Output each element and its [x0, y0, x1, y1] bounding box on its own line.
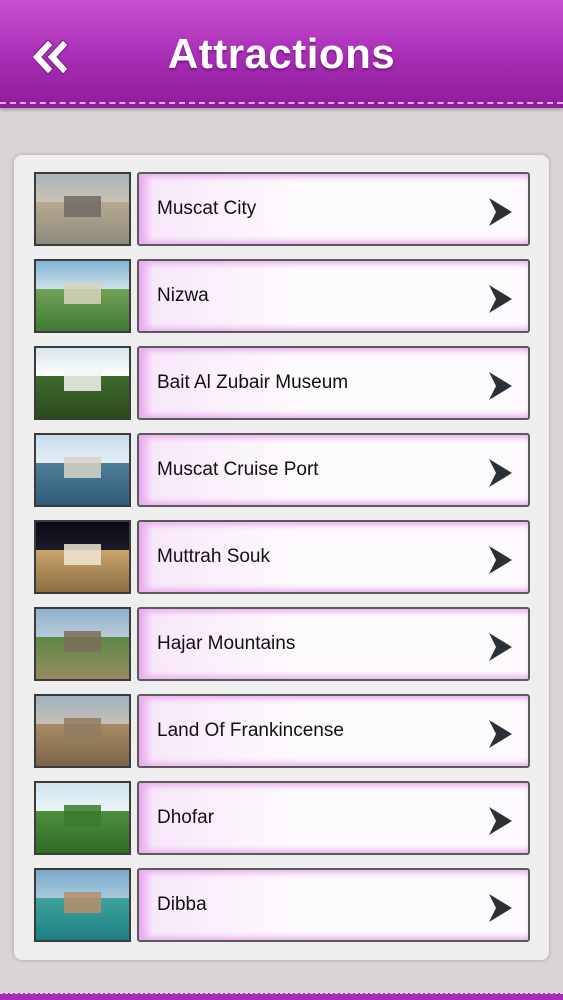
- chevron-right-icon: [489, 285, 512, 313]
- attraction-button[interactable]: Muscat Cruise Port: [137, 433, 530, 507]
- header-stitch-divider: [0, 102, 563, 104]
- attraction-label: Land Of Frankincense: [157, 720, 344, 741]
- attraction-label: Dibba: [157, 894, 207, 915]
- attraction-button[interactable]: Land Of Frankincense: [137, 694, 530, 768]
- list-item[interactable]: Nizwa: [14, 259, 549, 333]
- list-item[interactable]: Dibba: [14, 868, 549, 942]
- attraction-button[interactable]: Muscat City: [137, 172, 530, 246]
- attraction-label: Muscat City: [157, 198, 257, 219]
- attraction-button[interactable]: Dibba: [137, 868, 530, 942]
- attraction-thumbnail[interactable]: [34, 694, 131, 768]
- list-item[interactable]: Muttrah Souk: [14, 520, 549, 594]
- attraction-thumbnail[interactable]: [34, 607, 131, 681]
- chevron-right-icon: [489, 459, 512, 487]
- page-title: Attractions: [167, 30, 396, 77]
- attraction-button[interactable]: Bait Al Zubair Museum: [137, 346, 530, 420]
- attraction-label: Hajar Mountains: [157, 633, 296, 654]
- attraction-label: Muttrah Souk: [157, 546, 270, 567]
- list-item[interactable]: Muscat Cruise Port: [14, 433, 549, 507]
- list-item[interactable]: Muscat City: [14, 172, 549, 246]
- attraction-button[interactable]: Hajar Mountains: [137, 607, 530, 681]
- attraction-thumbnail[interactable]: [34, 172, 131, 246]
- chevron-right-icon: [489, 372, 512, 400]
- attraction-button[interactable]: Muttrah Souk: [137, 520, 530, 594]
- bottom-bar: [0, 993, 563, 1000]
- attraction-label: Dhofar: [157, 807, 215, 828]
- chevron-right-icon: [489, 198, 512, 226]
- attraction-button[interactable]: Nizwa: [137, 259, 530, 333]
- attraction-button[interactable]: Dhofar: [137, 781, 530, 855]
- list-item[interactable]: Dhofar: [14, 781, 549, 855]
- attraction-thumbnail[interactable]: [34, 259, 131, 333]
- attraction-thumbnail[interactable]: [34, 433, 131, 507]
- list-item[interactable]: Bait Al Zubair Museum: [14, 346, 549, 420]
- chevron-right-icon: [489, 546, 512, 574]
- attractions-panel: Muscat City Nizwa Bait Al Zubair Museum Mus…: [14, 155, 549, 960]
- chevron-right-icon: [489, 894, 512, 922]
- chevron-right-icon: [489, 807, 512, 835]
- chevron-right-icon: [489, 633, 512, 661]
- attraction-thumbnail[interactable]: [34, 520, 131, 594]
- attraction-label: Nizwa: [157, 285, 209, 306]
- list-item[interactable]: Hajar Mountains: [14, 607, 549, 681]
- attraction-thumbnail[interactable]: [34, 781, 131, 855]
- attraction-thumbnail[interactable]: [34, 868, 131, 942]
- chevron-right-icon: [489, 720, 512, 748]
- attraction-label: Muscat Cruise Port: [157, 459, 319, 480]
- list-item[interactable]: Land Of Frankincense: [14, 694, 549, 768]
- attraction-label: Bait Al Zubair Museum: [157, 372, 349, 393]
- app-header: Attractions: [0, 0, 563, 108]
- attraction-thumbnail[interactable]: [34, 346, 131, 420]
